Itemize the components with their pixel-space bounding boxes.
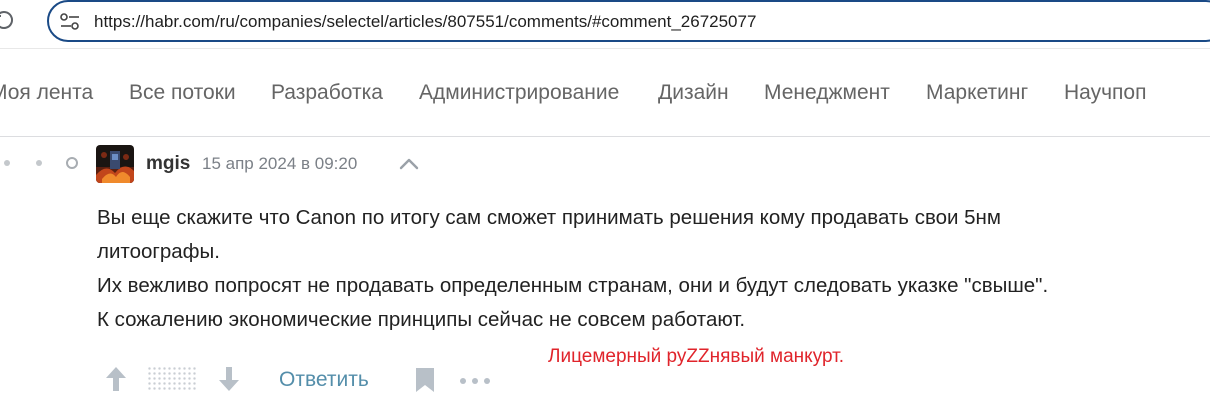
habr-nav: Моя лента Все потоки Разработка Админист… xyxy=(0,49,1210,137)
more-icon[interactable] xyxy=(459,376,491,386)
overlay-annotation: Лицемерный руZZнявый манкурт. xyxy=(548,346,845,367)
url-text[interactable]: https://habr.com/ru/companies/selectel/a… xyxy=(94,12,756,32)
reload-icon[interactable] xyxy=(0,8,16,32)
browser-toolbar: https://habr.com/ru/companies/selectel/a… xyxy=(0,0,1210,46)
comment-line: Их вежливо попросят не продавать определ… xyxy=(97,274,1049,297)
comment-line: Вы еще скажите что Canon по итогу сам см… xyxy=(97,206,1001,229)
nav-item-all-streams[interactable]: Все потоки xyxy=(129,81,236,105)
comment-line: К сожалению экономические принципы сейча… xyxy=(97,308,746,331)
thread-level-current xyxy=(66,157,78,169)
comment-author[interactable]: mgis xyxy=(146,153,190,175)
address-bar[interactable]: https://habr.com/ru/companies/selectel/a… xyxy=(47,0,1210,42)
bookmark-icon[interactable] xyxy=(414,367,436,393)
avatar[interactable] xyxy=(96,145,134,183)
nav-item-marketing[interactable]: Маркетинг xyxy=(926,81,1028,105)
nav-item-design[interactable]: Дизайн xyxy=(658,81,729,105)
reply-button[interactable]: Ответить xyxy=(279,368,369,392)
chevron-up-icon[interactable] xyxy=(398,155,420,173)
comment-line: литоографы. xyxy=(97,240,220,263)
nav-item-my-feed[interactable]: Моя лента xyxy=(0,81,93,105)
comment-body: Вы еще скажите что Canon по итогу сам см… xyxy=(97,201,1207,337)
nav-item-popsci[interactable]: Научпоп xyxy=(1064,81,1146,105)
thread-level-dot xyxy=(36,160,42,166)
nav-item-development[interactable]: Разработка xyxy=(271,81,383,105)
nav-item-management[interactable]: Менеджмент xyxy=(764,81,890,105)
site-settings-icon[interactable] xyxy=(59,12,81,32)
nav-item-administration[interactable]: Администрирование xyxy=(419,81,619,105)
thread-level-dot xyxy=(4,160,10,166)
arrow-up-icon[interactable] xyxy=(104,365,128,393)
comment-date[interactable]: 15 апр 2024 в 09:20 xyxy=(202,154,357,174)
vote-score-placeholder xyxy=(147,366,197,392)
arrow-down-icon[interactable] xyxy=(217,365,241,393)
